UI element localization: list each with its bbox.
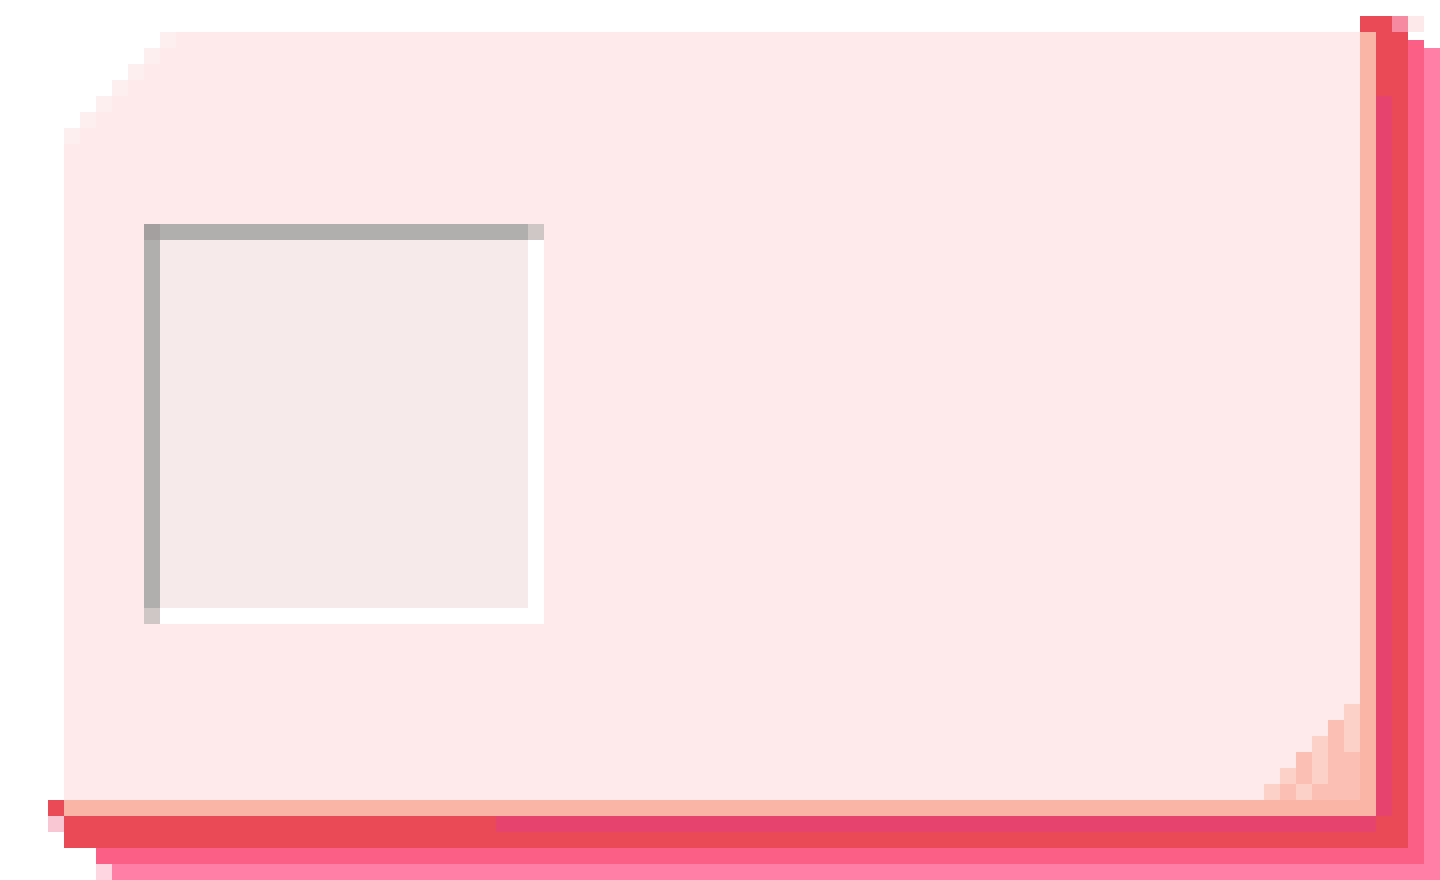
- fold-shade: [1264, 784, 1280, 800]
- shadow-magenta-bottom: [496, 816, 1376, 832]
- shadow-speck: [1408, 16, 1424, 32]
- shadow-outer-bottom: [112, 864, 1440, 880]
- fold-shade: [1328, 768, 1344, 784]
- fold-shade: [1328, 784, 1344, 800]
- fold-shade: [1344, 704, 1360, 720]
- fold-shade: [1280, 768, 1296, 784]
- fold-shade: [1296, 784, 1312, 800]
- inset-panel-corner: [144, 224, 160, 240]
- corner-highlight: [80, 96, 96, 112]
- shadow-speck: [1392, 16, 1408, 32]
- shadow-corner-bottom: [48, 800, 64, 816]
- inset-panel-corner: [144, 608, 160, 624]
- corner-highlight: [96, 80, 112, 96]
- fold-shade: [1312, 752, 1328, 768]
- fold-shade: [1344, 720, 1360, 736]
- corner-highlight: [64, 112, 80, 128]
- shadow-speck: [96, 864, 112, 880]
- shadow-corner-top: [1360, 16, 1392, 32]
- fold-shade: [1344, 752, 1360, 768]
- shadow-speck: [48, 816, 64, 832]
- corner-highlight: [128, 64, 144, 80]
- corner-highlight: [144, 32, 160, 48]
- fold-shade: [1280, 784, 1296, 800]
- shadow-mid-bottom: [96, 848, 1424, 864]
- fold-shade: [1328, 752, 1344, 768]
- corner-highlight: [64, 128, 80, 144]
- shadow-outer-right: [1424, 48, 1440, 880]
- corner-highlight: [128, 48, 144, 64]
- fold-shade: [1344, 736, 1360, 752]
- fold-shade: [1312, 768, 1328, 784]
- fold-shade: [1328, 736, 1344, 752]
- inset-panel-corner: [528, 224, 544, 240]
- corner-highlight: [112, 64, 128, 80]
- fold-shade: [1312, 784, 1328, 800]
- fold-shade: [1344, 784, 1360, 800]
- fold-shade: [1296, 752, 1312, 768]
- fold-shade: [1328, 720, 1344, 736]
- corner-highlight: [160, 32, 176, 48]
- corner-highlight: [96, 96, 112, 112]
- fold-shade: [1296, 768, 1312, 784]
- fold-shade: [1312, 736, 1328, 752]
- corner-highlight: [80, 112, 96, 128]
- corner-highlight: [144, 48, 160, 64]
- pixel-window-screen: [0, 0, 1440, 880]
- corner-highlight: [112, 80, 128, 96]
- shadow-magenta-right: [1376, 96, 1392, 816]
- fold-shade: [1344, 768, 1360, 784]
- inset-panel: [144, 224, 544, 624]
- shadow-mid-right: [1408, 40, 1424, 864]
